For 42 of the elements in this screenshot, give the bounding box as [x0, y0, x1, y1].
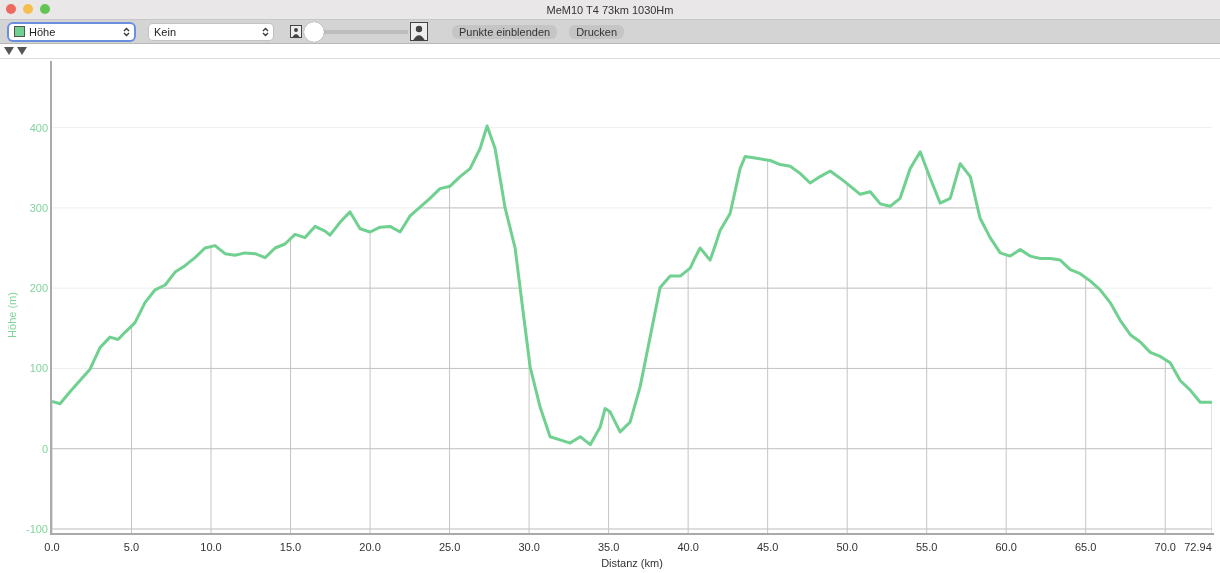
toolbar-button[interactable]: Drucken: [569, 24, 625, 39]
chevron-icon: [123, 26, 130, 37]
x-tick-label: 40.0: [677, 541, 699, 553]
x-tick-label: 70.0: [1154, 541, 1176, 553]
toolbar-button[interactable]: Punkte einblenden: [452, 24, 558, 39]
y-tick-label: -100: [25, 523, 48, 535]
x-tick-label: 10.0: [200, 541, 222, 553]
x-tick-label: 50.0: [836, 541, 858, 553]
person-small-icon: [290, 25, 302, 38]
minimize-button[interactable]: [23, 4, 33, 14]
chevron-icon: [262, 26, 269, 37]
x-tick-label: 45.0: [756, 541, 779, 553]
x-tick-label: 60.0: [995, 541, 1017, 553]
zoom-slider[interactable]: [304, 21, 408, 42]
y-tick-label: 0: [41, 442, 48, 455]
x-tick-label: 35.0: [597, 541, 620, 553]
x-tick-label: 30.0: [518, 541, 540, 553]
zoom-button[interactable]: [40, 4, 50, 14]
x-axis-title: Distanz (km): [601, 557, 663, 569]
y-tick-label: 400: [29, 121, 48, 134]
x-tick-label: 5.0: [123, 541, 140, 553]
x-tick-label: 15.0: [279, 541, 302, 553]
y-tick-label: 100: [29, 362, 48, 375]
select-value: Kein: [154, 25, 178, 38]
x-tick-label: 55.0: [916, 541, 938, 553]
x-tick-label: 20.0: [359, 541, 381, 553]
window-title: MeM10 T4 73km 1030Hm: [546, 3, 674, 16]
x-tick-label: 72.94: [1184, 541, 1212, 553]
y-tick-label: 200: [29, 282, 48, 295]
slider-thumb[interactable]: [304, 21, 324, 42]
close-button[interactable]: [6, 4, 16, 14]
x-tick-label: 0.0: [44, 541, 60, 553]
overlay-select[interactable]: Kein: [149, 23, 273, 40]
person-large-icon: [410, 22, 428, 41]
select-value: Höhe: [29, 25, 57, 38]
y-tick-label: 300: [29, 201, 48, 214]
collapse-arrows-icon[interactable]: [3, 46, 29, 56]
y-axis-title: Höhe (m): [6, 292, 18, 338]
x-tick-label: 65.0: [1075, 541, 1097, 553]
x-tick-label: 25.0: [438, 541, 461, 553]
profile-select[interactable]: Höhe: [9, 23, 134, 40]
swatch-icon: [14, 26, 25, 37]
